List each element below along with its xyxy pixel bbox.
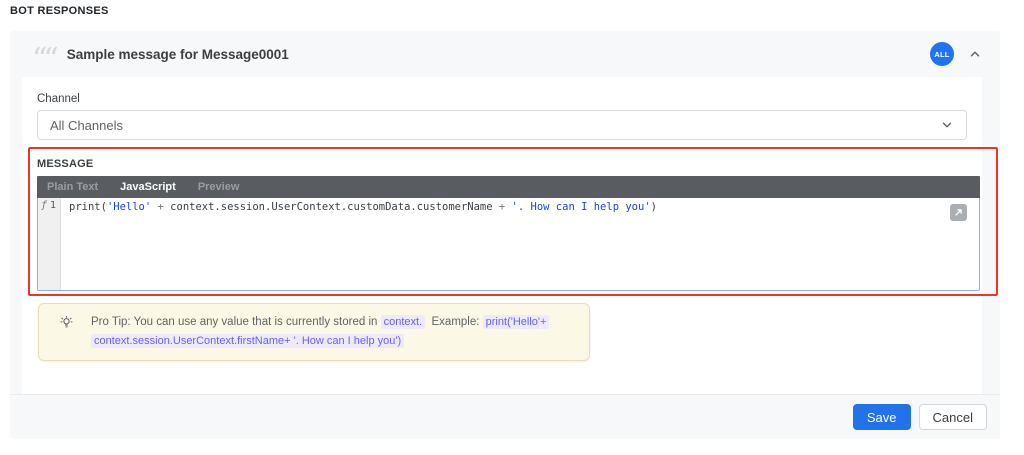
pro-tip-callout: Pro Tip: You can use any value that is c… — [38, 303, 590, 361]
cancel-button[interactable]: Cancel — [918, 404, 987, 430]
code-token: print( — [69, 201, 107, 213]
code-line-1: print('Hello' + context.session.UserCont… — [69, 200, 971, 214]
tab-plain-text[interactable]: Plain Text — [47, 181, 98, 193]
lightbulb-icon — [60, 315, 73, 328]
chevron-up-icon — [970, 51, 980, 57]
pro-tip-prefix: Pro Tip: You can use any value that is c… — [91, 316, 378, 328]
code-token: ) — [650, 201, 657, 213]
code-token: 'Hello' — [106, 201, 152, 213]
tab-javascript[interactable]: JavaScript — [120, 181, 176, 193]
sample-message-card: ““ Sample message for Message0001 ALL Ch… — [10, 31, 1000, 439]
code-token: '. How can I help you' — [511, 201, 651, 213]
context-chip: context. — [380, 315, 426, 329]
expand-icon — [955, 209, 962, 216]
channel-label: Channel — [37, 93, 80, 105]
bot-responses-page: BOT RESPONSES ““ Sample message for Mess… — [0, 0, 1024, 455]
card-body-panel: Channel All Channels MESSAGE Plain Text … — [22, 77, 998, 394]
chevron-down-icon — [942, 122, 952, 128]
channel-select[interactable]: All Channels — [37, 110, 967, 140]
fold-marker[interactable]: ƒ — [41, 200, 47, 290]
all-channels-badge: ALL — [930, 42, 954, 66]
save-button[interactable]: Save — [852, 404, 911, 430]
tab-preview[interactable]: Preview — [198, 181, 240, 193]
example-code-line1: print('Hello'+ — [482, 315, 550, 329]
javascript-code-editor[interactable]: ƒ 1 print('Hello' + context.session.User… — [37, 198, 980, 291]
channel-selected-value: All Channels — [50, 117, 123, 133]
example-code-line2: context.session.UserContext.firstName+ '… — [91, 334, 405, 348]
code-token: + — [492, 201, 512, 213]
pro-tip-text: Pro Tip: You can use any value that is c… — [91, 313, 550, 351]
editor-gutter: ƒ 1 — [38, 198, 61, 290]
collapse-card-button[interactable] — [966, 45, 984, 63]
editor-code-area[interactable]: print('Hello' + context.session.UserCont… — [61, 198, 979, 290]
card-title: Sample message for Message0001 — [66, 46, 289, 62]
code-token: + — [151, 201, 171, 213]
card-header: ““ Sample message for Message0001 ALL — [10, 31, 1000, 77]
expand-editor-button[interactable] — [950, 204, 967, 221]
message-label: MESSAGE — [37, 158, 94, 170]
line-number: 1 — [49, 200, 56, 211]
editor-tab-bar: Plain Text JavaScript Preview — [37, 176, 980, 198]
page-title: BOT RESPONSES — [10, 5, 109, 17]
card-footer: Save Cancel — [10, 394, 1000, 439]
example-label: Example: — [431, 316, 480, 328]
code-token: context.session.UserContext.customData.c… — [170, 201, 493, 213]
quote-icon: ““ — [32, 42, 59, 77]
